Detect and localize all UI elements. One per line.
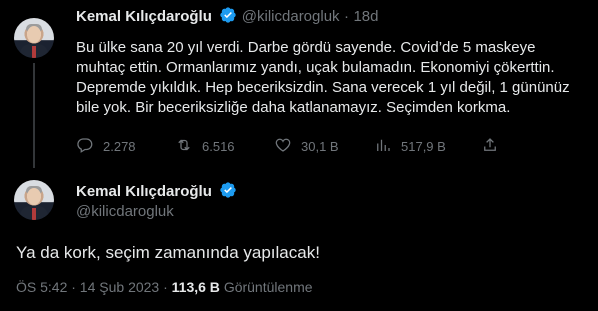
views-label: Görüntülenme [223,279,313,295]
like-button[interactable]: 30,1 B [274,136,339,157]
like-count: 30,1 B [301,139,339,154]
tweet-meta: ÖS 5:42 · 14 Şub 2023 · 113,6 B Görüntül… [16,279,313,295]
tweet-text: Bu ülke sana 20 yıl verdi. Darbe gördü s… [76,39,570,116]
author-name[interactable]: Kemal Kılıçdaroğlu [76,183,212,200]
action-bar: 2.278 6.516 30,1 B 517,9 B [76,136,506,156]
separator: · [344,8,349,25]
reply-button[interactable]: 2.278 [76,136,136,157]
share-icon [481,136,499,157]
views-button[interactable]: 517,9 B [374,136,446,157]
author-handle[interactable]: @kilicdarogluk [242,8,340,25]
tweet-text: Ya da kork, seçim zamanında yapılacak! [16,243,320,262]
verified-icon [219,181,237,204]
retweet-count: 6.516 [202,139,235,154]
retweet-icon [175,136,193,157]
tweet-header: Kemal Kılıçdaroğlu @kilicdarogluk · 18d [76,6,378,29]
avatar[interactable] [14,180,54,220]
heart-icon [274,136,292,157]
retweet-button[interactable]: 6.516 [175,136,235,157]
analytics-icon [374,136,392,157]
thread-line [33,63,35,168]
tweet-timestamp[interactable]: ÖS 5:42 · 14 Şub 2023 · [16,279,168,295]
avatar[interactable] [14,18,54,58]
tweet-time[interactable]: 18d [353,8,378,25]
reply-icon [76,136,94,157]
author-handle[interactable]: @kilicdarogluk [76,203,174,220]
tweet-header: Kemal Kılıçdaroğlu [76,181,237,204]
view-count: 517,9 B [401,139,446,154]
reply-count: 2.278 [103,139,136,154]
share-button[interactable] [481,136,499,157]
verified-icon [219,6,237,29]
author-name[interactable]: Kemal Kılıçdaroğlu [76,8,212,25]
view-count: 113,6 B [171,279,220,295]
